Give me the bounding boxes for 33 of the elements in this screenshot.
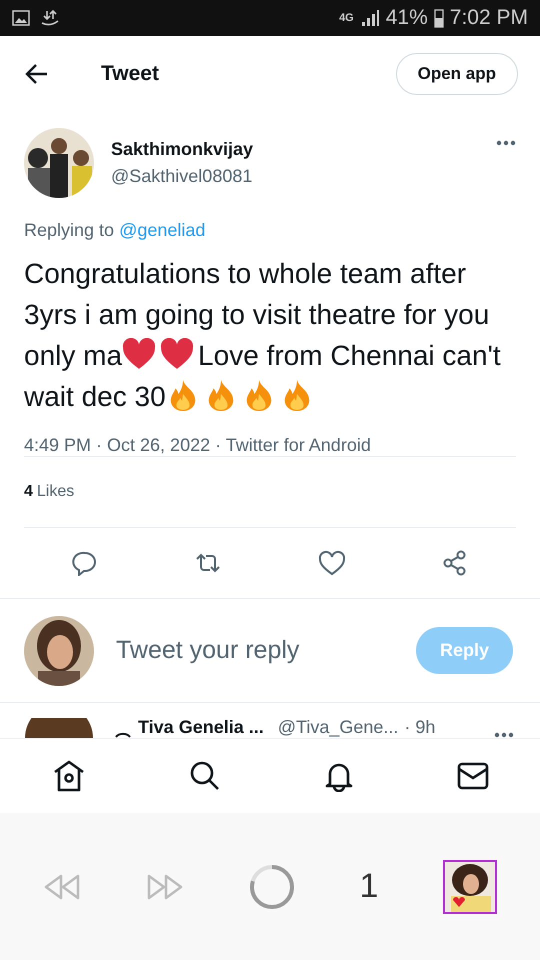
loading-spinner-icon (248, 864, 295, 910)
signal-icon (360, 9, 380, 27)
home-icon[interactable] (52, 760, 86, 792)
likes-label: Likes (36, 483, 74, 501)
clock: 7:02 PM (450, 6, 528, 30)
heart-emoji-icon (122, 338, 156, 370)
user-name: Tiva Genelia ... (138, 716, 264, 738)
share-icon[interactable] (442, 550, 468, 576)
user-name: Sakthimonkvijay (111, 139, 254, 160)
user-handle: @Tiva_Gene... (278, 716, 398, 738)
page-title: Tweet (101, 62, 159, 86)
tweet-timestamp: 4:49 PM · Oct 26, 2022 · Twitter for Android (24, 435, 372, 456)
download-icon (40, 9, 60, 27)
battery-percent: 41% (386, 6, 428, 30)
tweet-time: · 9h (404, 716, 436, 738)
open-app-button[interactable]: Open app (396, 53, 518, 95)
arc-icon (114, 730, 132, 738)
image-icon (12, 10, 30, 26)
tab-count[interactable]: 1 (360, 867, 378, 906)
mail-icon[interactable] (456, 761, 488, 791)
likes-count: 4 (24, 483, 33, 501)
tweet-text: Congratulations to whole team after 3yrs i am going to visit theatre for you only ma Love from Chennai can't wait dec 30 (24, 257, 502, 414)
user-handle: @Sakthivel08081 (111, 166, 254, 187)
more-icon[interactable] (494, 732, 514, 738)
reply-icon[interactable] (72, 550, 98, 576)
battery-icon (434, 8, 444, 28)
replying-to-text: Replying to @geneliad (24, 220, 206, 241)
like-icon[interactable] (318, 550, 346, 576)
network-label: 4G (339, 12, 354, 24)
search-icon[interactable] (188, 760, 220, 792)
heart-emoji-icon (160, 338, 194, 370)
more-icon[interactable] (496, 140, 516, 146)
back-arrow-icon[interactable] (25, 63, 49, 85)
